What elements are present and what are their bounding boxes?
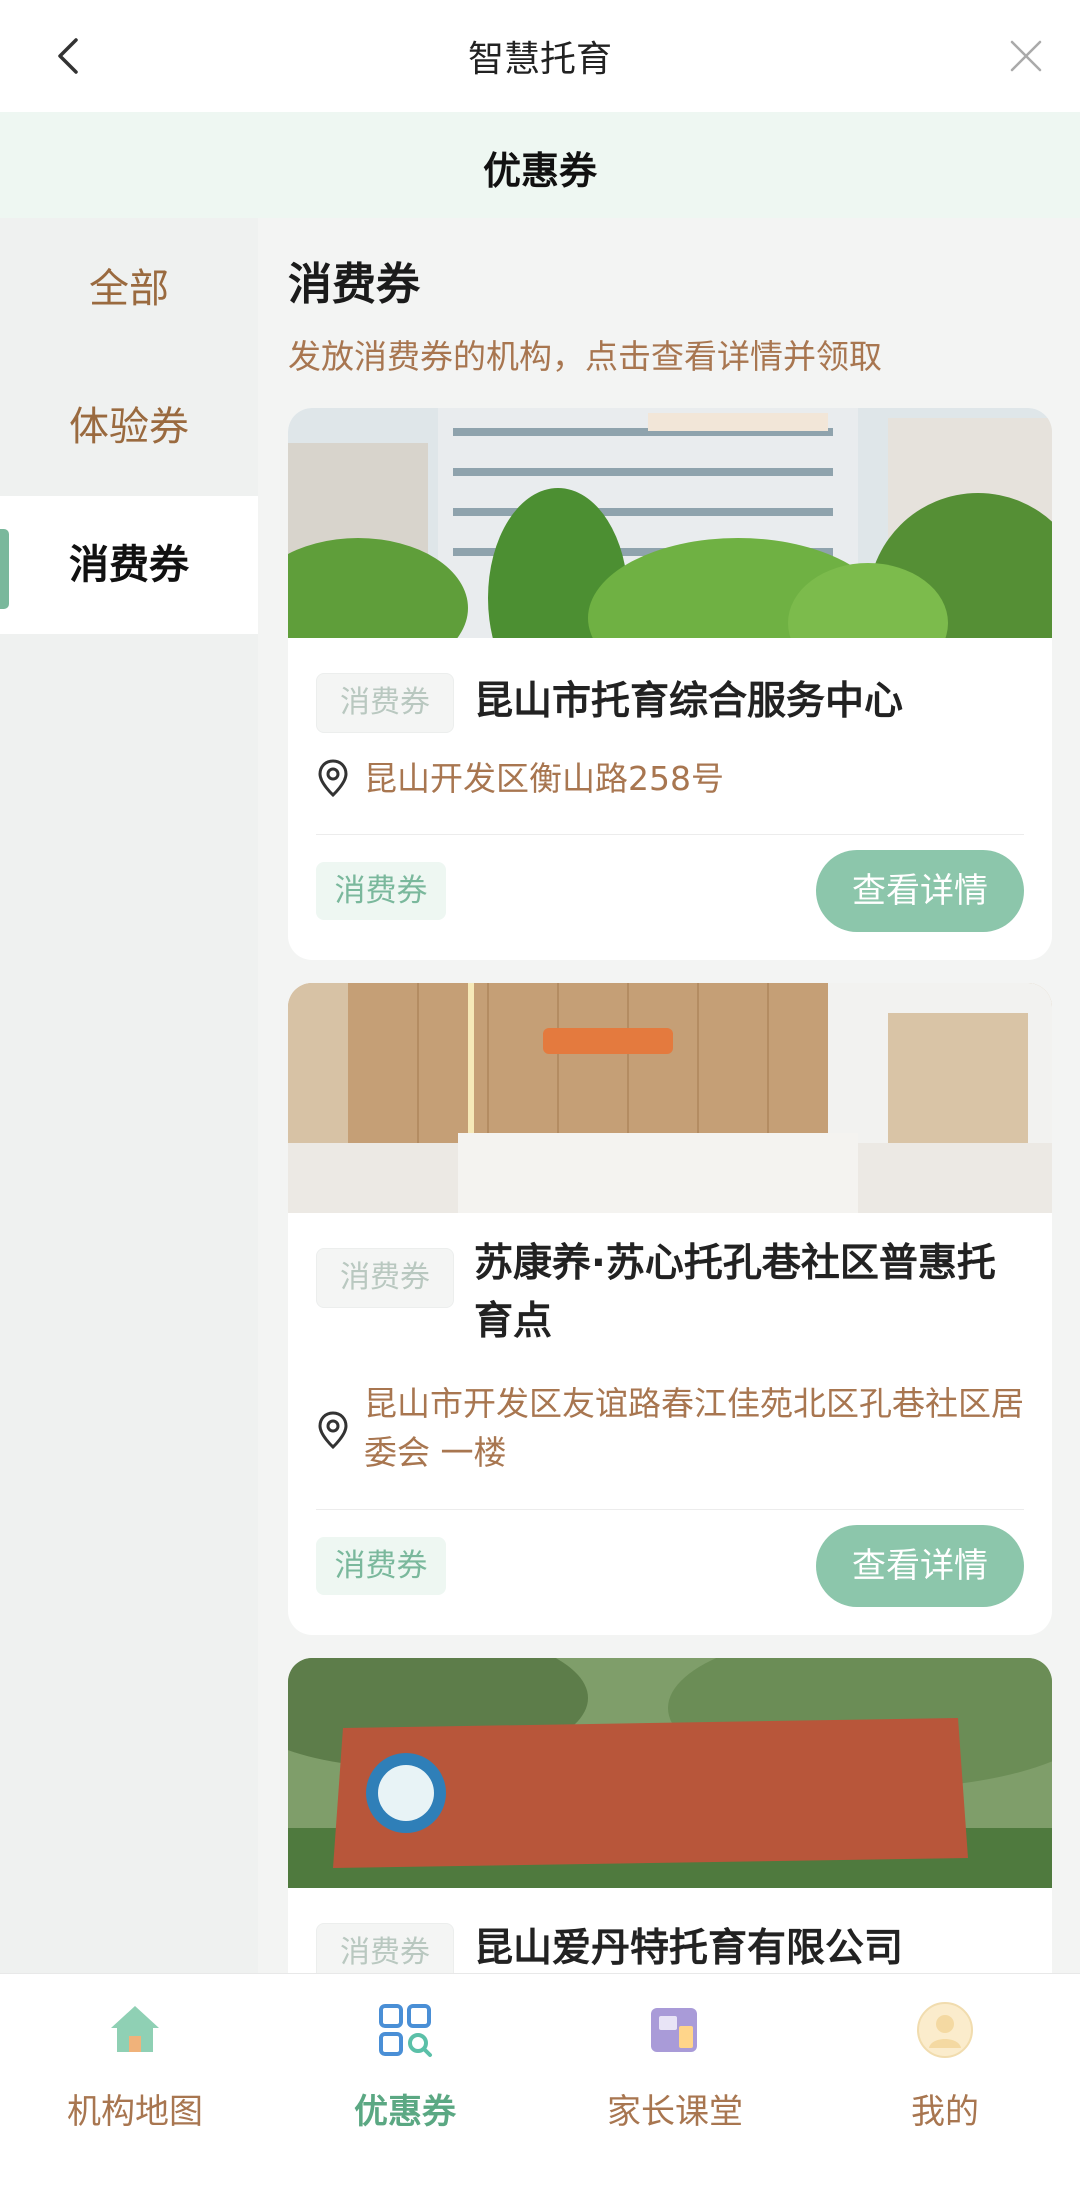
sidebar-item-label: 消费券 [69, 542, 189, 588]
voucher-badge: 消费券 [316, 1537, 446, 1595]
institution-name: 昆山市托育综合服务中心 [474, 679, 904, 724]
top-bar: 智慧托育 [0, 0, 1080, 112]
institution-photo [288, 1658, 1052, 1888]
sidebar-item-all[interactable]: 全部 [0, 220, 258, 358]
voucher-tag: 消费券 [316, 1248, 454, 1308]
close-icon[interactable] [1006, 36, 1046, 76]
tab-label: 家长课堂 [607, 2092, 743, 2132]
voucher-tag: 消费券 [316, 1923, 454, 1973]
institution-photo [288, 408, 1052, 638]
tab-coupons[interactable]: 优惠券 [270, 1974, 540, 2187]
page-title: 优惠券 [482, 149, 597, 193]
sidebar-item-label: 体验券 [69, 404, 189, 450]
tab-label: 我的 [911, 2092, 979, 2132]
institution-address: 昆山市开发区友谊路春江佳苑北区孔巷社区居委会 一楼 [364, 1384, 1024, 1472]
location-pin-icon [318, 1411, 348, 1450]
tab-parent-classroom[interactable]: 家长课堂 [540, 1974, 810, 2187]
home-icon [111, 2006, 159, 2052]
app-title: 智慧托育 [467, 39, 612, 80]
section-description: 发放消费券的机构，点击查看详情并领取 [288, 337, 882, 376]
voucher-badge: 消费券 [316, 862, 446, 920]
sidebar-item-trial[interactable]: 体验券 [0, 358, 258, 496]
bottom-tab-bar: 机构地图 优惠券 家长课堂 我的 [0, 1973, 1080, 2187]
institution-address: 昆山开发区衡山路258号 [364, 759, 724, 798]
page-header: 优惠券 [0, 112, 1080, 218]
avatar-icon [917, 2002, 973, 2058]
institution-card[interactable]: 消费券 苏康养·苏心托孔巷社区普惠托育点 昆山市开发区友谊路春江佳苑北区孔巷社区… [288, 983, 1052, 1635]
location-pin-icon [318, 759, 348, 798]
institution-name: 昆山爱丹特托育有限公司 [474, 1926, 904, 1971]
tab-label: 优惠券 [354, 2092, 456, 2132]
sidebar-item-consumption[interactable]: 消费券 [0, 496, 258, 634]
tab-institution-map[interactable]: 机构地图 [0, 1974, 270, 2187]
institution-card[interactable]: 消费券 昆山爱丹特托育有限公司 [288, 1658, 1052, 1973]
classroom-icon [651, 2008, 697, 2052]
voucher-list: 消费券 发放消费券的机构，点击查看详情并领取 消费券 昆山市托育综合服务中心 昆… [288, 218, 1052, 1973]
tab-label: 机构地图 [67, 2092, 203, 2132]
tab-mine[interactable]: 我的 [810, 1974, 1080, 2187]
category-sidebar: 全部 体验券 消费券 [0, 218, 258, 1973]
institution-card[interactable]: 消费券 昆山市托育综合服务中心 昆山开发区衡山路258号 消费券 查看详情 [288, 408, 1052, 960]
active-indicator [0, 529, 9, 609]
view-details-button[interactable]: 查看详情 [816, 1525, 1024, 1607]
institution-photo [288, 983, 1052, 1213]
divider [316, 1509, 1024, 1510]
sidebar-item-label: 全部 [89, 266, 169, 312]
view-details-button[interactable]: 查看详情 [816, 850, 1024, 932]
divider [316, 834, 1024, 835]
section-title: 消费券 [288, 259, 420, 310]
institution-name: 苏康养·苏心托孔巷社区普惠托育点 [474, 1241, 996, 1344]
coupon-grid-icon [379, 2004, 432, 2057]
voucher-tag: 消费券 [316, 673, 454, 733]
